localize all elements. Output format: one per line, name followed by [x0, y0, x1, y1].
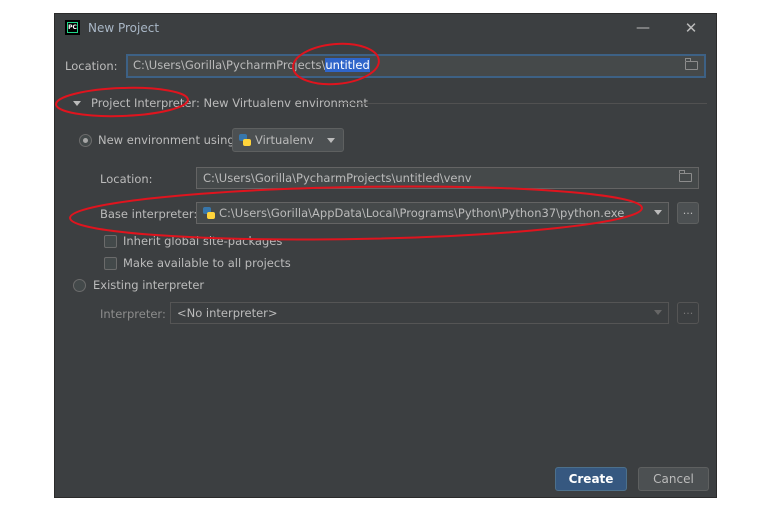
venv-location-input[interactable]: C:\Users\Gorilla\PycharmProjects\untitle…	[196, 167, 699, 189]
chevron-down-icon	[654, 210, 662, 215]
new-environment-radio[interactable]	[79, 134, 92, 147]
folder-icon[interactable]	[685, 58, 698, 70]
new-environment-label: New environment using	[98, 133, 235, 147]
cancel-button[interactable]: Cancel	[638, 467, 709, 491]
folder-icon[interactable]	[679, 170, 692, 182]
base-interpreter-label: Base interpreter:	[100, 207, 198, 221]
existing-interpreter-label: Existing interpreter	[93, 278, 205, 292]
project-location-input[interactable]: C:\Users\Gorilla\PycharmProjects\untitle…	[126, 54, 706, 78]
pycharm-logo-icon: PC	[65, 20, 80, 35]
collapse-triangle-icon[interactable]	[73, 101, 81, 106]
base-interpreter-value: C:\Users\Gorilla\AppData\Local\Programs\…	[219, 206, 625, 220]
window-title: New Project	[88, 21, 160, 35]
existing-interpreter-radio[interactable]	[73, 279, 86, 292]
environment-tool-value: Virtualenv	[255, 133, 314, 147]
venv-location-value: C:\Users\Gorilla\PycharmProjects\untitle…	[203, 171, 472, 185]
interpreter-section-toggle[interactable]: Project Interpreter: New Virtualenv envi…	[91, 96, 368, 110]
base-interpreter-select[interactable]: C:\Users\Gorilla\AppData\Local\Programs\…	[196, 202, 669, 224]
minimize-icon[interactable]: —	[630, 17, 656, 39]
location-path-selected: untitled	[325, 58, 370, 72]
close-icon[interactable]: ✕	[678, 17, 704, 39]
interpreter-label: Interpreter:	[100, 307, 166, 321]
create-button[interactable]: Create	[555, 467, 627, 491]
title-bar: PC New Project — ✕	[55, 14, 716, 42]
new-project-dialog: PC New Project — ✕ Location: C:\Users\Go…	[54, 13, 717, 498]
python-icon	[239, 134, 251, 146]
make-available-label: Make available to all projects	[123, 256, 291, 270]
inherit-packages-checkbox[interactable]	[104, 235, 117, 248]
existing-interpreter-value: <No interpreter>	[177, 306, 278, 320]
browse-existing-button[interactable]: ...	[677, 302, 699, 324]
chevron-down-icon	[654, 310, 662, 315]
inherit-packages-label: Inherit global site-packages	[123, 234, 283, 248]
location-label: Location:	[65, 59, 118, 73]
section-divider	[339, 103, 707, 104]
location-path-prefix: C:\Users\Gorilla\PycharmProjects\	[133, 58, 326, 72]
venv-location-label: Location:	[100, 172, 153, 186]
environment-tool-select[interactable]: Virtualenv	[232, 128, 344, 152]
browse-interpreter-button[interactable]: ...	[677, 202, 699, 224]
python-icon	[203, 207, 215, 219]
make-available-checkbox[interactable]	[104, 257, 117, 270]
chevron-down-icon	[327, 138, 335, 143]
existing-interpreter-select[interactable]: <No interpreter>	[170, 302, 669, 324]
